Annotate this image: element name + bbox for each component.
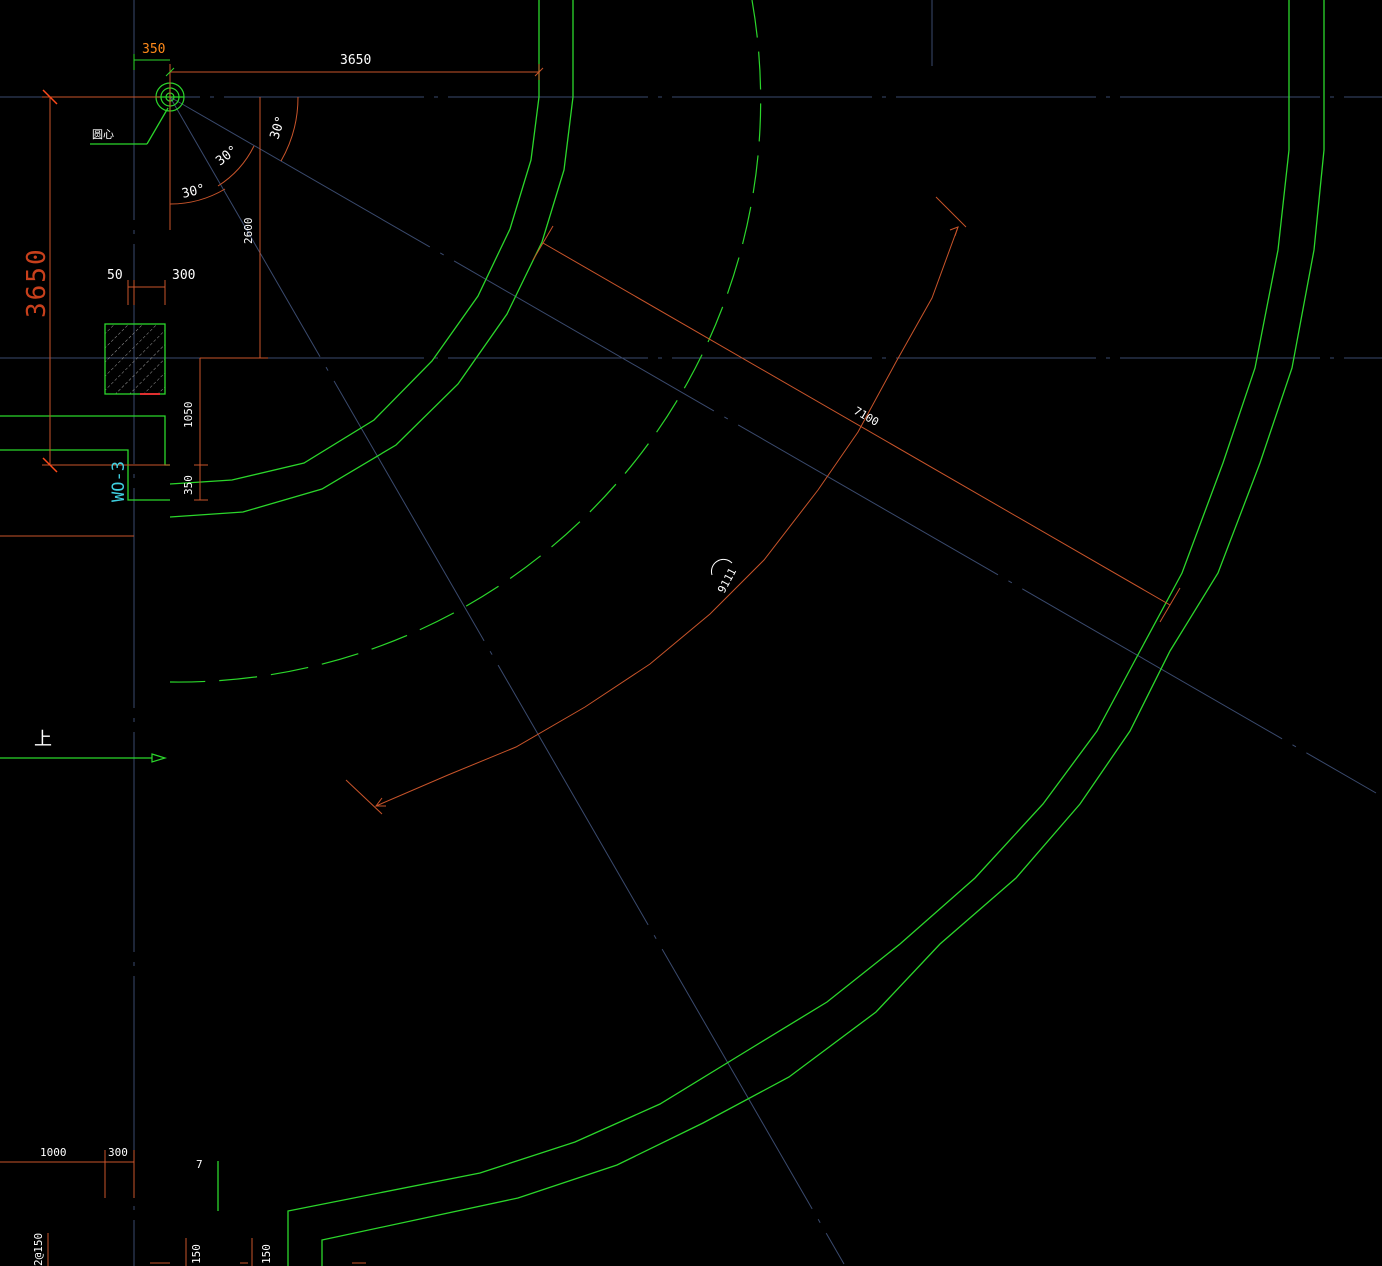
axis-lines — [0, 0, 1382, 1266]
column-rect — [104, 323, 166, 395]
dim-col-width: 300 — [172, 268, 195, 283]
axis-radial-30 — [169, 96, 1377, 794]
dim-angle-top: 30° — [268, 114, 290, 141]
dim-bottom-d: 2@150 — [32, 1233, 45, 1266]
dim-top-offset: 350 — [142, 42, 165, 57]
wall-tag-label: WO-3 — [109, 461, 129, 502]
dim-wall-drop: 1050 — [182, 402, 195, 429]
dim-bottom-f: 150 — [260, 1244, 273, 1264]
inner-wall-edge-inner — [169, 0, 540, 485]
dim-angle-mid: 30° — [213, 143, 241, 169]
dim-inner-vertical: 2600 — [242, 218, 255, 245]
inner-wall-edge-outer — [169, 0, 574, 518]
dim-left-height: 3650 — [22, 247, 52, 318]
dim-col-gap: 50 — [107, 268, 123, 283]
dim-bottom-c: 7 — [196, 1158, 203, 1171]
cad-drawing-canvas[interactable]: 上 350 3650 3650 30° 30° 30° 2600 50 300 … — [0, 0, 1382, 1266]
stair-up-label: 上 — [34, 729, 52, 750]
center-leader-diag — [146, 107, 169, 145]
arc-length-leader — [345, 196, 967, 815]
dim-wall-thick: 350 — [182, 475, 195, 495]
wall-stub-upper — [0, 415, 170, 466]
center-mark-label: 圆心 — [92, 128, 114, 141]
axis-radial-60 — [169, 96, 845, 1265]
walking-line-arc — [169, 0, 762, 683]
dim-bottom-e: 150 — [190, 1244, 203, 1264]
outer-wall-edge-inner — [287, 0, 1290, 1266]
dim-bottom-a: 1000 — [40, 1146, 67, 1159]
outer-wall-edge-outer — [321, 0, 1325, 1266]
dim-arc-length: 9111 — [715, 566, 739, 596]
dimension-lines — [0, 54, 1181, 1266]
column-section — [104, 323, 166, 395]
stair-up-arrow: 上 — [0, 729, 168, 763]
arrow-head-icon — [151, 753, 168, 763]
dim-bottom-b: 300 — [108, 1146, 128, 1159]
dim-top-length: 3650 — [340, 53, 371, 68]
wall-stub-lower — [0, 449, 170, 501]
dim-chord-length: 7100 — [852, 404, 881, 429]
